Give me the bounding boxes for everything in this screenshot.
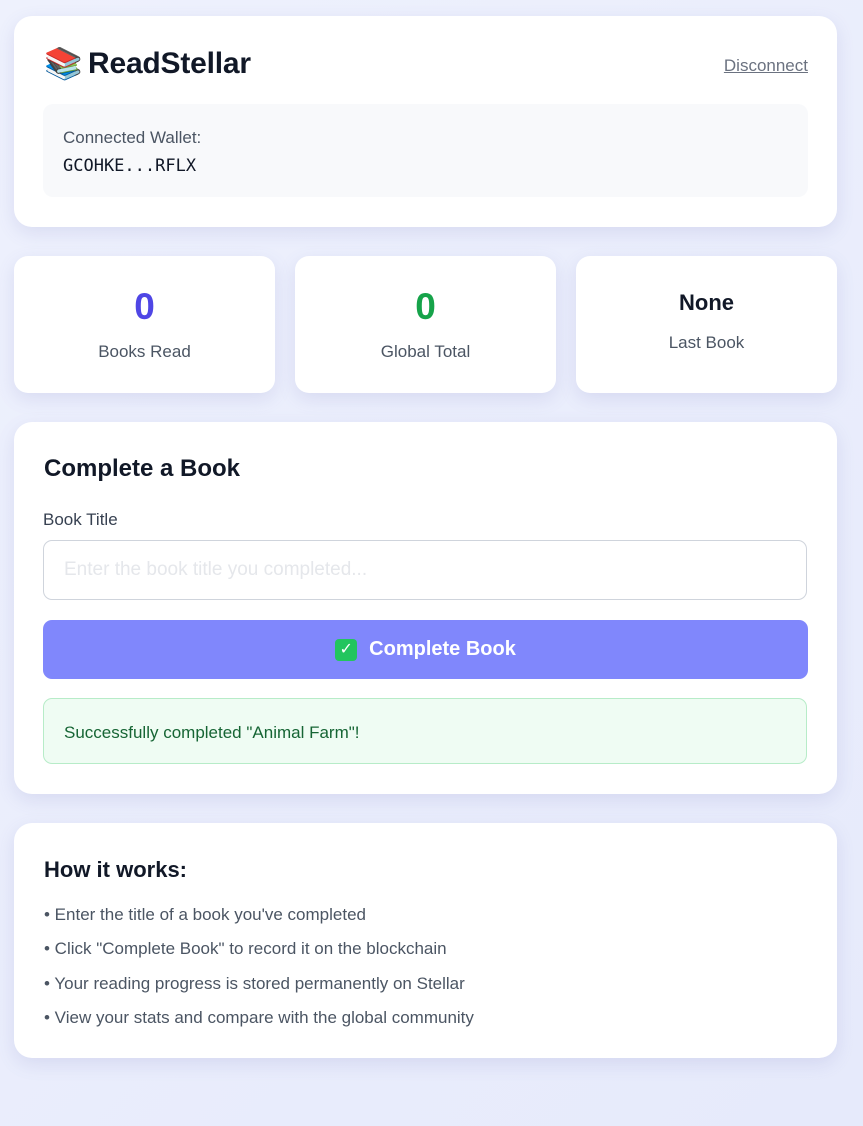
wallet-address: GCOHKE...RFLX <box>63 156 197 176</box>
books-read-value: 0 <box>134 286 155 327</box>
list-item: • Your reading progress is stored perman… <box>44 973 465 993</box>
brand: 📚 ReadStellar <box>44 46 251 82</box>
app-title: ReadStellar <box>88 47 251 80</box>
section-title: Complete a Book <box>44 455 241 482</box>
success-text: Successfully completed "Animal Farm"! <box>64 723 360 742</box>
how-it-works-card: How it works: • Enter the title of a boo… <box>14 823 837 1058</box>
books-read-label: Books Read <box>98 342 191 361</box>
complete-book-label: Complete Book <box>369 638 516 660</box>
books-icon: 📚 <box>44 46 83 81</box>
success-message: Successfully completed "Animal Farm"! <box>43 698 807 764</box>
complete-book-button[interactable]: ✓ Complete Book <box>43 620 808 679</box>
book-title-input[interactable] <box>43 540 807 600</box>
list-item: • View your stats and compare with the g… <box>44 1007 474 1027</box>
book-title-label: Book Title <box>43 510 118 529</box>
global-total-label: Global Total <box>380 342 471 361</box>
wallet-label: Connected Wallet: <box>63 128 202 147</box>
how-it-works-list: • Enter the title of a book you've compl… <box>44 905 474 1042</box>
stat-card-global-total: 0 Global Total <box>295 256 556 393</box>
list-item: • Enter the title of a book you've compl… <box>44 905 366 924</box>
last-book-value: None <box>679 290 734 315</box>
check-icon: ✓ <box>335 638 358 661</box>
last-book-label: Last Book <box>668 333 745 352</box>
stat-card-last-book: None Last Book <box>576 256 837 393</box>
stat-card-books-read: 0 Books Read <box>14 256 275 393</box>
disconnect-link[interactable]: Disconnect <box>724 56 808 76</box>
how-it-works-title: How it works: <box>44 857 188 882</box>
complete-book-card: Complete a Book Book Title ✓ Complete Bo… <box>14 422 837 794</box>
header-card: 📚 ReadStellar Disconnect Connected Walle… <box>14 16 837 227</box>
wallet-info: Connected Wallet: GCOHKE...RFLX <box>43 104 808 197</box>
global-total-value: 0 <box>415 286 436 327</box>
list-item: • Click "Complete Book" to record it on … <box>44 939 447 959</box>
